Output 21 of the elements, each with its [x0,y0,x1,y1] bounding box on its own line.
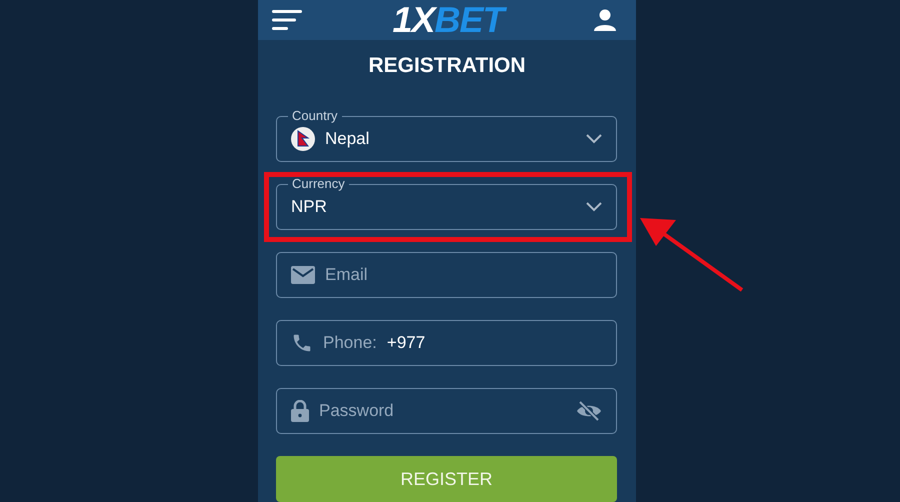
input-field[interactable]: Password [276,388,617,434]
field-label: Currency [288,176,349,191]
input-field[interactable]: Email [276,252,617,298]
chevron-down-icon [586,202,602,212]
lock-icon [291,400,309,422]
eye-slash-icon[interactable] [576,400,602,422]
chevron-down-icon [586,134,602,144]
menu-icon[interactable] [272,10,302,30]
field-placeholder: Password [319,401,394,421]
input-field[interactable]: Phone: +977 [276,320,617,366]
flag-icon [291,127,315,151]
field-label: Country [288,108,342,123]
field-value: Nepal [325,129,370,149]
page-title: REGISTRATION [367,54,527,78]
user-icon[interactable] [594,9,616,31]
field-placeholder: Phone: [323,333,377,353]
envelope-icon [291,266,315,284]
field-value: +977 [386,333,426,353]
field-value: NPR [291,197,328,217]
phone-icon [291,332,313,354]
field-placeholder: Email [325,265,368,285]
